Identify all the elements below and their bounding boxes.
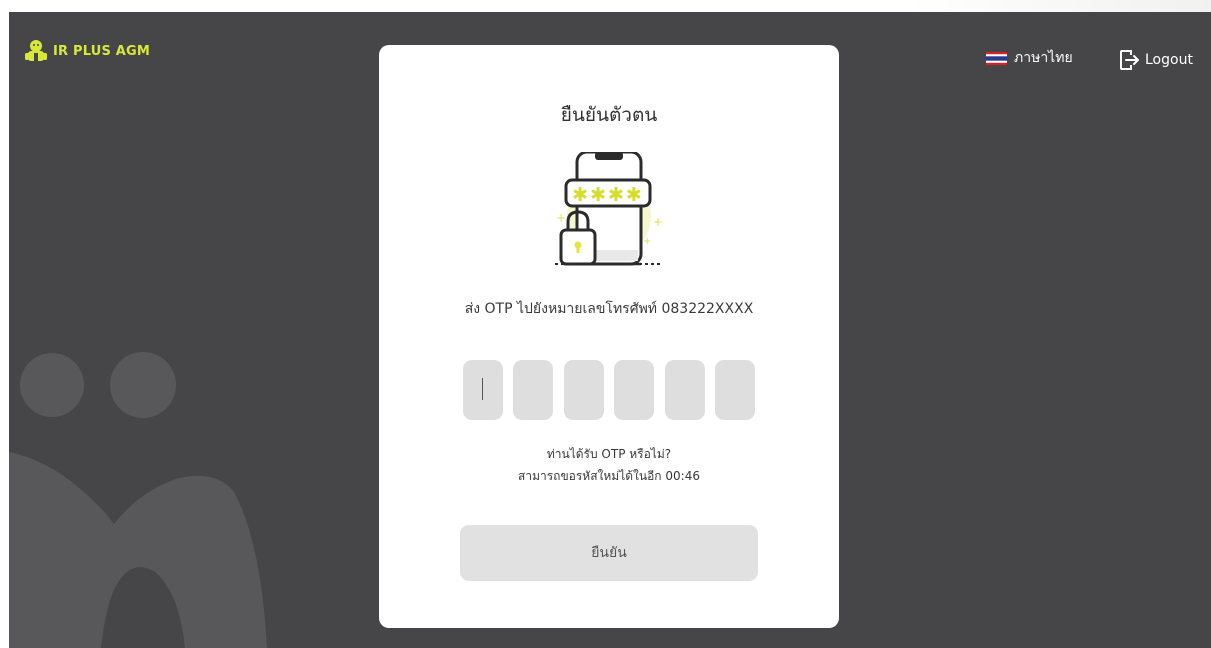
otp-digit-2[interactable] bbox=[513, 360, 554, 420]
otp-input-group bbox=[463, 360, 755, 420]
thai-flag-icon bbox=[986, 51, 1007, 65]
otp-sent-message: ส่ง OTP ไปยังหมายเลขโทรศัพท์ 083222XXXX bbox=[464, 301, 754, 317]
text-caret bbox=[482, 378, 483, 400]
screen-frame: IR PLUS AGM ภาษาไทย Logout ยืนยันตัวตน ✱… bbox=[0, 0, 1211, 648]
logout-button[interactable]: Logout bbox=[1119, 49, 1193, 71]
language-switch[interactable]: ภาษาไทย bbox=[986, 47, 1073, 69]
svg-text:+: + bbox=[653, 215, 663, 229]
language-label: ภาษาไทย bbox=[1014, 50, 1073, 66]
logout-label: Logout bbox=[1145, 52, 1193, 68]
phone-otp-lock-icon: ✱✱✱✱ + + + bbox=[555, 152, 663, 266]
brand-name: IR PLUS AGM bbox=[53, 43, 151, 59]
brand[interactable]: IR PLUS AGM bbox=[25, 39, 150, 63]
corner-shade bbox=[911, 0, 1211, 12]
svg-text:+: + bbox=[556, 211, 566, 225]
card-title: ยืนยันตัวตน bbox=[560, 104, 658, 126]
svg-text:✱✱✱✱: ✱✱✱✱ bbox=[572, 184, 644, 206]
mascot-logo-icon bbox=[25, 40, 47, 61]
svg-text:+: + bbox=[643, 236, 651, 247]
otp-digit-3[interactable] bbox=[563, 360, 604, 420]
app-background: IR PLUS AGM ภาษาไทย Logout ยืนยันตัวตน ✱… bbox=[9, 12, 1211, 648]
resend-timer: สามารถขอรหัสใหม่ได้ในอีก 00:46 bbox=[518, 469, 700, 483]
otp-digit-5[interactable] bbox=[664, 360, 705, 420]
otp-digit-4[interactable] bbox=[614, 360, 655, 420]
otp-digit-1[interactable] bbox=[463, 360, 503, 420]
logout-icon bbox=[1120, 50, 1139, 70]
confirm-button[interactable]: ยืนยัน bbox=[460, 525, 758, 581]
resend-question: ท่านได้รับ OTP หรือไม่? bbox=[546, 447, 672, 461]
otp-digit-6[interactable] bbox=[714, 360, 755, 420]
verify-card: ยืนยันตัวตน ✱✱✱✱ + + + ส่ง OTP ไปยังหมาย… bbox=[379, 45, 839, 628]
